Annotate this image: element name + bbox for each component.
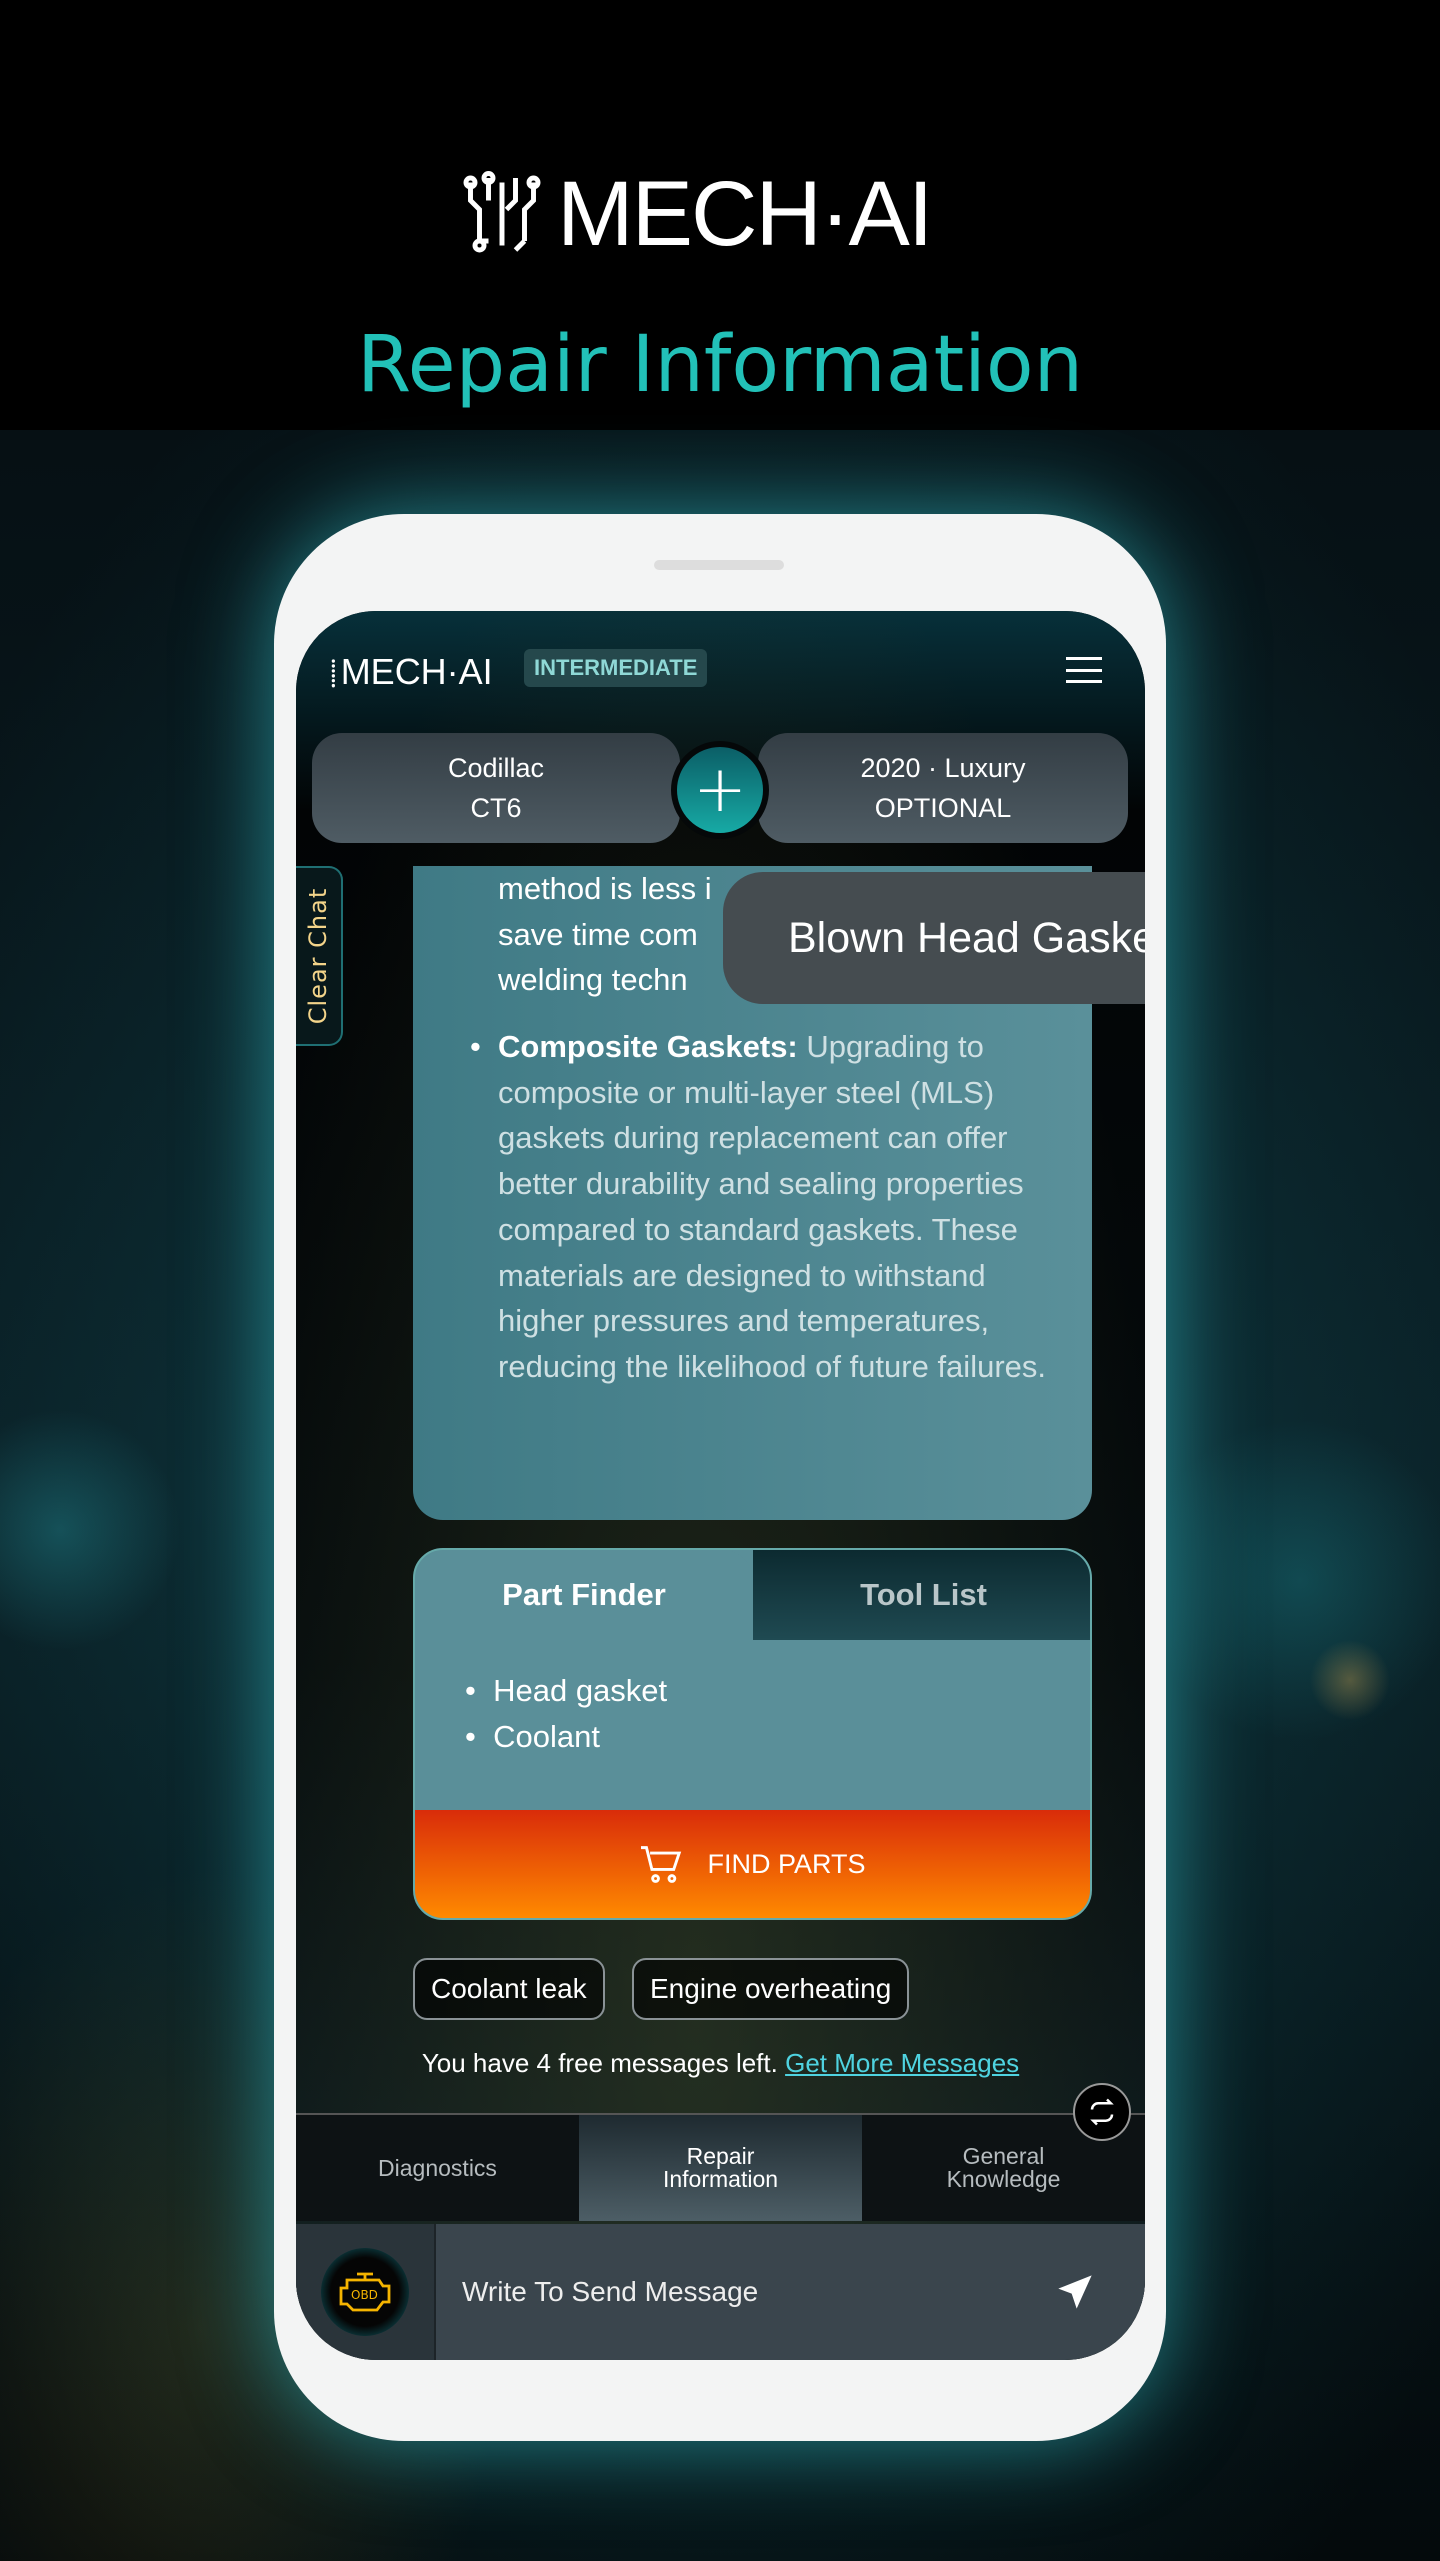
suggestion-chip[interactable]: Engine overheating [632,1958,910,2020]
switch-refresh-button[interactable] [1073,2083,1131,2141]
answer-bullet: • Composite Gaskets: Upgrading to composi… [470,1029,1046,1384]
suggestion-chip[interactable]: Coolant leak [413,1958,605,2020]
obd-button[interactable]: OBD [321,2248,409,2336]
message-input-bar: OBD Write To Send Message [296,2224,1145,2360]
page-headline: Repair Information [356,320,1084,410]
brand-logo: MECH·AI [457,163,933,265]
level-badge: INTERMEDIATE [524,649,708,687]
clear-chat-button[interactable]: Clear Chat [296,866,343,1046]
topic-tooltip: Blown Head Gasket [723,872,1145,1004]
find-parts-button[interactable]: FIND PARTS [415,1810,1090,1918]
plus-icon: + [693,753,747,827]
refresh-icon [1090,2098,1114,2126]
hamburger-menu-icon[interactable] [1066,657,1102,683]
cart-icon [641,1846,682,1883]
tab-repair-information[interactable]: Repair Information [579,2115,862,2221]
mode-tabs: Diagnostics Repair Information General K… [296,2113,1145,2221]
list-item: • Head gasket [465,1673,668,1708]
message-input[interactable]: Write To Send Message [436,2276,1055,2308]
phone-speaker [654,560,784,570]
vehicle-year-selector[interactable]: 2020 · Luxury OPTIONAL [758,733,1128,843]
vehicle-model-selector[interactable]: Codillac CT6 [312,733,680,843]
free-messages-notice: You have 4 free messages left. Get More … [421,2048,1020,2078]
get-more-messages-link[interactable]: Get More Messages [785,2048,1019,2078]
send-icon[interactable] [1055,2272,1095,2312]
parts-list: • Head gasket • Coolant [465,1668,667,1760]
circuit-logo-icon [463,171,541,253]
app-logo: ⸽ MECH·AI [330,651,493,692]
tab-tool-list[interactable]: Tool List [753,1550,1090,1640]
part-finder-card: Part Finder Tool List • Head gasket • Co… [413,1548,1092,1920]
new-chat-plus-button[interactable]: + [671,741,769,839]
engine-obd-icon: OBD [339,2272,391,2312]
svg-text:OBD: OBD [351,2288,378,2302]
list-item: • Coolant [465,1719,600,1754]
app-screen: ⸽ MECH·AI INTERMEDIATE Codillac CT6 2020 … [296,611,1145,2360]
tab-part-finder[interactable]: Part Finder [415,1550,753,1640]
circuit-logo-icon: ⸽ [330,658,337,688]
tab-diagnostics[interactable]: Diagnostics [296,2115,579,2221]
